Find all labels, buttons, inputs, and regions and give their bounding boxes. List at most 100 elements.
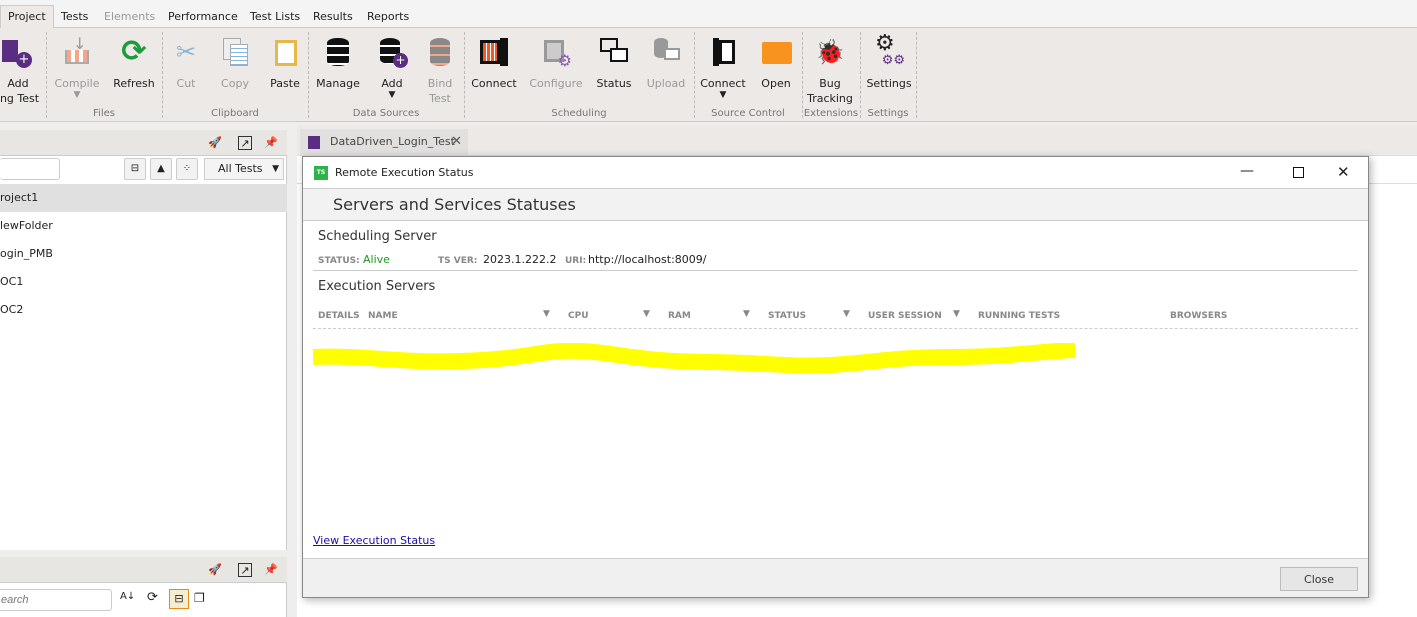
- column-header-name[interactable]: NAME: [368, 311, 398, 321]
- close-button[interactable]: Close: [1280, 567, 1358, 591]
- configure-button[interactable]: ⚙ Configure: [528, 36, 584, 91]
- search-input[interactable]: [0, 589, 112, 611]
- tree-item[interactable]: OC2: [0, 296, 287, 324]
- tree-item[interactable]: lewFolder: [0, 212, 287, 240]
- cone-icon[interactable]: ▲: [150, 158, 172, 180]
- divider: [916, 32, 917, 118]
- maximize-icon[interactable]: [1293, 167, 1304, 178]
- column-header-details: DETAILS: [318, 311, 360, 321]
- bottom-panel: 🚀 ↗ 📌 A↓ ⟳ ⊟ ❐: [0, 557, 287, 617]
- rocket-icon[interactable]: 🚀: [208, 563, 222, 577]
- filter-icon[interactable]: ▼: [743, 309, 750, 319]
- group-label-settings: Settings: [867, 108, 909, 119]
- calendar-server-icon: [478, 36, 510, 68]
- tree-item[interactable]: OC1: [0, 268, 287, 296]
- source-control-connect-button[interactable]: Connect ▼: [700, 36, 746, 100]
- close-icon[interactable]: ✕: [451, 129, 462, 155]
- cut-button[interactable]: ✂ Cut: [168, 36, 204, 91]
- pin-icon[interactable]: 📌: [264, 563, 278, 577]
- label: Manage: [316, 77, 360, 90]
- dropdown-arrow-icon: ▼: [388, 90, 396, 100]
- column-header-browsers[interactable]: BROWSERS: [1170, 311, 1227, 321]
- add-test-icon: +: [2, 36, 34, 68]
- filter-icon[interactable]: ▼: [643, 309, 650, 319]
- add-data-source-button[interactable]: + Add ▼: [372, 36, 412, 100]
- group-label-data-sources: Data Sources: [352, 108, 420, 119]
- settings-button[interactable]: ⚙ ⚙⚙ Settings: [864, 33, 914, 91]
- refresh-button[interactable]: ⟳ Refresh: [110, 36, 158, 91]
- status-button[interactable]: Status: [594, 36, 634, 91]
- divider: [802, 32, 803, 118]
- label: Upload: [646, 77, 686, 90]
- bind-test-button[interactable]: Bind Test: [420, 36, 460, 106]
- upload-button[interactable]: Upload: [644, 36, 688, 91]
- label: Paste: [270, 77, 300, 90]
- chevron-down-icon: ▼: [272, 164, 279, 174]
- close-icon[interactable]: ✕: [1337, 163, 1350, 181]
- column-header-running-tests[interactable]: RUNNING TESTS: [978, 311, 1060, 321]
- document-tab[interactable]: DataDriven_Login_Test ✕: [300, 129, 468, 155]
- uri-value: http://localhost:8009/: [588, 253, 707, 266]
- filter-icon[interactable]: ▼: [543, 309, 550, 319]
- divider: [860, 32, 861, 118]
- minimize-icon[interactable]: —: [1240, 163, 1254, 179]
- version-label: TS VER:: [438, 256, 478, 266]
- tab-project[interactable]: Project: [0, 5, 54, 29]
- column-header-user-session[interactable]: USER SESSION: [868, 311, 942, 321]
- label: Add: [7, 77, 29, 90]
- scheduling-server-heading: Scheduling Server: [318, 229, 437, 244]
- column-header-ram[interactable]: RAM: [668, 311, 691, 321]
- pin-icon[interactable]: 📌: [264, 136, 278, 150]
- tab-reports[interactable]: Reports: [360, 6, 416, 28]
- header-title: Servers and Services Statuses: [333, 195, 576, 214]
- view-execution-status-link[interactable]: View Execution Status: [313, 534, 435, 547]
- tab-test-lists[interactable]: Test Lists: [243, 6, 307, 28]
- label: Add: [381, 77, 403, 90]
- tree-item[interactable]: roject1: [0, 184, 287, 212]
- add-test-button[interactable]: + Add ing Test: [0, 36, 42, 106]
- nodes-icon[interactable]: ⁘: [176, 158, 198, 180]
- float-icon[interactable]: ↗: [238, 136, 252, 150]
- group-label-scheduling: Scheduling: [551, 108, 607, 119]
- bug-tracking-button[interactable]: 🐞 Bug Tracking: [804, 36, 856, 106]
- divider: [46, 32, 47, 118]
- execution-servers-heading: Execution Servers: [318, 279, 436, 294]
- scheduling-connect-button[interactable]: Connect: [470, 36, 518, 91]
- label: Tracking: [807, 92, 853, 105]
- panel-header: 🚀 ↗ 📌: [0, 130, 287, 156]
- windows-icon[interactable]: ❐: [194, 591, 205, 605]
- status-label: STATUS:: [318, 256, 360, 266]
- panel-header: 🚀 ↗ 📌: [0, 557, 287, 583]
- compile-button[interactable]: ↓ Compile ▼: [52, 36, 102, 100]
- label: Bug: [819, 77, 841, 90]
- label: Cut: [176, 77, 196, 90]
- column-header-status[interactable]: STATUS: [768, 311, 806, 321]
- copy-button[interactable]: Copy: [214, 36, 256, 91]
- collapse-icon[interactable]: ⊟: [169, 589, 189, 609]
- tab-performance[interactable]: Performance: [161, 6, 245, 28]
- divider: [313, 270, 1358, 271]
- sort-az-icon[interactable]: A↓: [120, 591, 135, 602]
- rocket-icon[interactable]: 🚀: [208, 136, 222, 150]
- paste-button[interactable]: Paste: [266, 36, 304, 91]
- open-button[interactable]: Open: [756, 36, 796, 91]
- label: Connect: [700, 77, 746, 90]
- dropdown-arrow-icon: ▼: [719, 90, 727, 100]
- tab-elements[interactable]: Elements: [97, 6, 162, 28]
- test-filter-dropdown[interactable]: All Tests ▼: [204, 158, 284, 180]
- tab-tests[interactable]: Tests: [54, 6, 95, 28]
- tree-item[interactable]: ogin_PMB: [0, 240, 287, 268]
- label: Compile: [54, 77, 100, 90]
- refresh-icon[interactable]: ⟳: [147, 590, 158, 605]
- manage-button[interactable]: Manage: [314, 36, 362, 91]
- label: Bind: [427, 77, 453, 90]
- column-header-cpu[interactable]: CPU: [568, 311, 589, 321]
- dialog-titlebar: TS Remote Execution Status — ✕: [303, 157, 1368, 189]
- filter-icon[interactable]: ▼: [843, 309, 850, 319]
- tab-results[interactable]: Results: [306, 6, 360, 28]
- document-tab-strip: DataDriven_Login_Test ✕: [297, 125, 1417, 155]
- float-icon[interactable]: ↗: [238, 563, 252, 577]
- filter-icon[interactable]: ▼: [953, 309, 960, 319]
- search-input[interactable]: [0, 158, 60, 180]
- collapse-icon[interactable]: ⊟: [124, 158, 146, 180]
